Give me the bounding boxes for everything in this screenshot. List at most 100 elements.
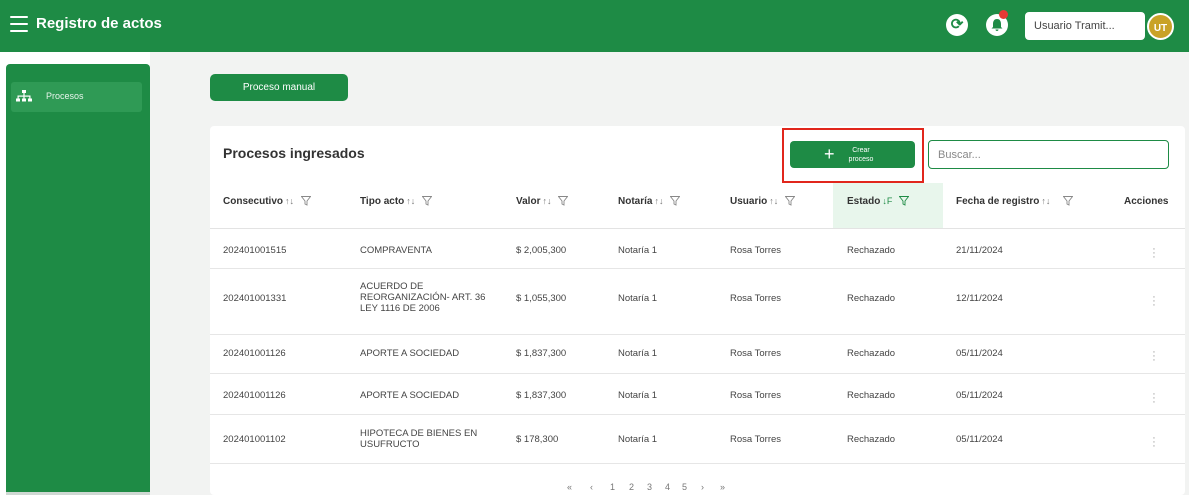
cell-estado: Rechazado (847, 348, 896, 359)
filter-icon[interactable] (898, 196, 910, 206)
sort-icon[interactable]: ↑↓ (542, 196, 551, 206)
cell-consecutivo: 202401001126 (223, 348, 286, 359)
column-header-valor[interactable]: Valor ↑↓ (516, 196, 569, 207)
cell-consecutivo: 202401001515 (223, 245, 287, 256)
notifications-bell-icon[interactable] (986, 10, 1008, 36)
create-process-label: Crear proceso (848, 147, 874, 163)
cell-valor: $ 2,005,300 (516, 245, 567, 256)
row-actions-kebab-icon[interactable]: · · · (1151, 433, 1157, 452)
processes-card (210, 126, 1185, 495)
filter-icon[interactable] (1062, 196, 1074, 206)
pagination-next[interactable]: › (701, 482, 704, 492)
row-divider (210, 268, 1185, 269)
pagination-last[interactable]: » (720, 482, 725, 492)
pagination-prev[interactable]: ‹ (590, 482, 593, 492)
cell-notaria: Notaría 1 (618, 245, 658, 256)
notification-badge (999, 10, 1008, 19)
cell-consecutivo: 202401001331 (223, 293, 287, 304)
pagination-first[interactable]: « (567, 482, 572, 492)
cell-usuario: Rosa Torres (730, 390, 782, 401)
cell-tipo-acto: COMPRAVENTA (360, 245, 432, 256)
org-chart-icon (16, 90, 32, 109)
row-divider (210, 414, 1185, 415)
column-header-usuario[interactable]: Usuario ↑↓ (730, 196, 796, 207)
column-header-consecutivo[interactable]: Consecutivo ↑↓ (223, 196, 312, 207)
row-actions-kebab-icon[interactable]: · · · (1151, 292, 1157, 311)
sort-icon[interactable]: ↑↓ (769, 196, 778, 206)
cell-tipo-acto: APORTE A SOCIEDAD (360, 348, 460, 359)
column-header-notaria[interactable]: Notaría ↑↓ (618, 196, 681, 207)
row-actions-kebab-icon[interactable]: · · · (1151, 244, 1157, 263)
cell-valor: $ 1,055,300 (516, 293, 567, 304)
sort-icon[interactable]: ↑↓ (1041, 196, 1050, 206)
create-process-button[interactable]: + Crear proceso (790, 141, 915, 168)
column-label: Tipo acto (360, 196, 405, 207)
cell-fecha: 12/11/2024 (956, 293, 1003, 304)
cell-tipo-acto: APORTE A SOCIEDAD (360, 390, 460, 401)
cell-usuario: Rosa Torres (730, 434, 782, 445)
row-divider (210, 334, 1185, 335)
column-label: Estado (847, 196, 881, 207)
card-title: Procesos ingresados (223, 145, 365, 161)
column-label: Fecha de registro (956, 196, 1040, 207)
app-title: Registro de actos (36, 15, 162, 32)
sort-icon[interactable]: ↑↓ (285, 196, 294, 206)
pagination-page[interactable]: 3 (647, 482, 652, 492)
cell-fecha: 21/11/2024 (956, 245, 1003, 256)
cell-usuario: Rosa Torres (730, 348, 782, 359)
column-label: Usuario (730, 196, 768, 207)
cell-estado: Rechazado (847, 390, 896, 401)
pagination-page[interactable]: 2 (629, 482, 634, 492)
cell-notaria: Notaría 1 (618, 293, 658, 304)
sort-icon[interactable]: ↑↓ (654, 196, 663, 206)
pagination-page[interactable]: 1 (610, 482, 615, 492)
cell-tipo-acto: ACUERDO DE REORGANIZACIÓN- ART. 36 LEY 1… (360, 281, 486, 314)
hamburger-menu-icon[interactable] (10, 16, 28, 32)
cell-consecutivo: 202401001126 (223, 390, 286, 401)
filter-icon[interactable] (421, 196, 433, 206)
sort-icon[interactable]: ↓F (882, 196, 892, 206)
search-input[interactable] (928, 140, 1169, 169)
row-divider (210, 373, 1185, 374)
cell-valor: $ 178,300 (516, 434, 559, 445)
cell-fecha: 05/11/2024 (956, 434, 1003, 445)
row-actions-kebab-icon[interactable]: · · · (1151, 389, 1157, 408)
cell-estado: Rechazado (847, 434, 896, 445)
filter-icon[interactable] (784, 196, 796, 206)
header-divider (210, 228, 1185, 229)
cell-tipo-acto: HIPOTECA DE BIENES EN USUFRUCTO (360, 428, 478, 450)
cell-notaria: Notaría 1 (618, 434, 658, 445)
sidebar-item-label: Procesos (46, 91, 84, 101)
pagination-page[interactable]: 4 (665, 482, 670, 492)
column-label: Consecutivo (223, 196, 284, 207)
cell-fecha: 05/11/2024 (956, 390, 1003, 401)
sidebar-item-procesos[interactable]: Procesos (11, 82, 142, 112)
row-actions-kebab-icon[interactable]: · · · (1151, 347, 1157, 366)
filter-icon[interactable] (669, 196, 681, 206)
cell-usuario: Rosa Torres (730, 245, 782, 256)
column-header-tipo-acto[interactable]: Tipo acto ↑↓ (360, 196, 433, 207)
filter-icon[interactable] (300, 196, 312, 206)
row-divider (210, 463, 1185, 464)
cell-usuario: Rosa Torres (730, 293, 782, 304)
avatar[interactable]: UT (1147, 13, 1174, 40)
column-header-fecha-registro[interactable]: Fecha de registro ↑↓ (956, 196, 1074, 207)
column-header-estado[interactable]: Estado ↓F (847, 196, 910, 207)
refresh-icon[interactable]: ⟳ (946, 14, 968, 36)
top-bar: Registro de actos ⟳ Usuario Tramit... UT (0, 0, 1189, 52)
column-label: Valor (516, 196, 541, 207)
cell-estado: Rechazado (847, 293, 896, 304)
cell-valor: $ 1,837,300 (516, 390, 567, 401)
cell-valor: $ 1,837,300 (516, 348, 567, 359)
pagination-page[interactable]: 5 (682, 482, 687, 492)
filter-icon[interactable] (557, 196, 569, 206)
cell-fecha: 05/11/2024 (956, 348, 1003, 359)
sidebar: Procesos (6, 64, 150, 495)
column-label: Notaría (618, 196, 653, 207)
user-menu[interactable]: Usuario Tramit... (1025, 12, 1145, 40)
cell-estado: Rechazado (847, 245, 896, 256)
sort-icon[interactable]: ↑↓ (406, 196, 415, 206)
plus-icon: + (824, 144, 835, 164)
manual-process-button[interactable]: Proceso manual (210, 74, 348, 101)
cell-consecutivo: 202401001102 (223, 434, 286, 445)
